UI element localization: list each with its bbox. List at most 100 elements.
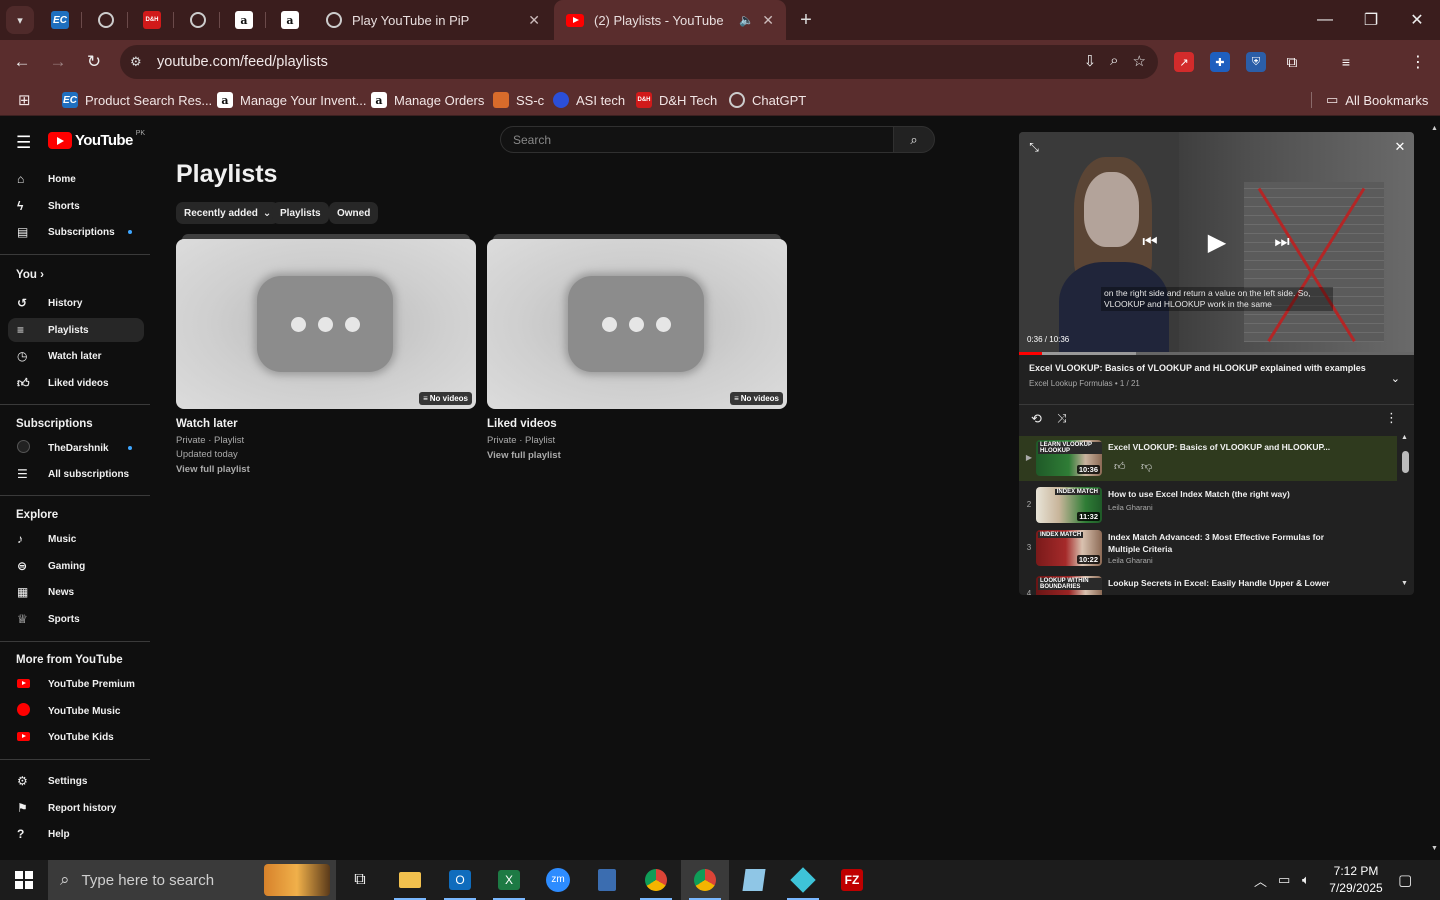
filter-chip-owned[interactable]: Owned <box>329 202 379 224</box>
tab-pinned-dh[interactable]: D&H <box>130 0 174 40</box>
playlist-thumbnail[interactable]: ≡ No videos <box>176 239 476 409</box>
show-hidden-icons-button[interactable]: ︿ <box>1254 860 1267 900</box>
progress-bar[interactable] <box>1019 352 1414 355</box>
page-scrollbar[interactable]: ▲ ▼ <box>1428 121 1440 860</box>
tab-pinned-globe-1[interactable] <box>84 0 128 40</box>
more-options-icon[interactable]: ⋮ <box>1385 410 1398 426</box>
shuffle-icon[interactable]: ⤨ <box>1057 411 1067 426</box>
back-to-tab-icon[interactable]: ⤡ <box>1025 138 1043 156</box>
sidebar-item-shorts[interactable]: ϟ Shorts <box>8 194 144 218</box>
sidebar-item-help[interactable]: ? Help <box>8 822 144 846</box>
pip-video[interactable]: on the right side and return a value on … <box>1019 132 1414 354</box>
loop-icon[interactable]: ⟲ <box>1031 411 1042 427</box>
queue-item[interactable]: 3 INDEX MATCH 10:22 Index Match Advanced… <box>1019 526 1397 571</box>
hamburger-menu-icon[interactable]: ☰ <box>16 133 31 153</box>
playlist-title[interactable]: Liked videos <box>487 418 557 430</box>
taskbar-outlook[interactable]: O <box>436 860 484 900</box>
media-control-icon[interactable]: ≡ <box>1336 52 1356 72</box>
pip-window[interactable]: on the right side and return a value on … <box>1019 132 1414 595</box>
sidebar-item-watch-later[interactable]: ◷ Watch later <box>8 344 144 368</box>
all-bookmarks-button[interactable]: ▭ All Bookmarks <box>1326 90 1428 110</box>
previous-track-icon[interactable]: ⏮ <box>1137 229 1163 255</box>
tab-play-youtube-pip[interactable]: Play YouTube in PiP ✕ <box>314 0 552 40</box>
new-tab-button[interactable]: + <box>794 8 818 32</box>
taskbar-file-explorer[interactable] <box>386 860 434 900</box>
apps-grid-icon[interactable]: ⊞ <box>18 90 31 110</box>
sidebar-item-youtube-music[interactable]: YouTube Music <box>8 699 144 723</box>
sidebar-item-report-history[interactable]: ⚑ Report history <box>8 796 144 820</box>
scroll-thumb[interactable] <box>1402 451 1409 473</box>
tab-search-button[interactable]: ▾ <box>6 6 34 34</box>
tab-youtube-playlists[interactable]: (2) Playlists - YouTube 🔈 ✕ <box>554 0 786 40</box>
search-button[interactable]: ⌕ <box>893 126 935 153</box>
sidebar-item-youtube-kids[interactable]: YouTube Kids <box>8 725 144 749</box>
extension-shield-icon[interactable]: ⛨ <box>1246 52 1266 72</box>
taskbar-zoom[interactable]: zm <box>534 860 582 900</box>
scroll-down-icon[interactable]: ▼ <box>1431 845 1438 852</box>
back-button[interactable]: ← <box>8 48 36 76</box>
volume-icon[interactable]: 🔈︎ <box>1302 860 1310 900</box>
tab-pinned-ec[interactable]: EC <box>38 0 82 40</box>
tab-close-icon[interactable]: ✕ <box>528 12 540 29</box>
taskbar-chrome-1[interactable] <box>632 860 680 900</box>
chevron-down-icon[interactable]: ⌄ <box>1391 372 1400 385</box>
sidebar-item-subscriptions[interactable]: ▤ Subscriptions <box>8 220 144 244</box>
network-icon[interactable]: ▭ <box>1278 860 1290 900</box>
extension-blue-icon[interactable]: ✚ <box>1210 52 1230 72</box>
thumbs-down-icon[interactable]: 👎︎ <box>1141 460 1152 473</box>
bookmark-chatgpt[interactable]: ChatGPT <box>729 90 806 110</box>
next-track-icon[interactable]: ⏭ <box>1269 229 1295 255</box>
bookmark-manage-orders[interactable]: a Manage Orders <box>371 90 484 110</box>
window-close-button[interactable]: ✕ <box>1394 0 1440 40</box>
view-full-playlist-link[interactable]: View full playlist <box>487 450 561 461</box>
tab-pinned-globe-2[interactable] <box>176 0 220 40</box>
site-info-icon[interactable]: ⚙ <box>130 54 150 70</box>
sidebar-item-settings[interactable]: ⚙ Settings <box>8 769 144 793</box>
bookmark-star-icon[interactable]: ☆ <box>1133 52 1146 70</box>
scroll-up-icon[interactable]: ▲ <box>1431 125 1438 132</box>
bookmark-dh-tech[interactable]: D&H D&H Tech <box>636 90 717 110</box>
taskbar-notes-app[interactable] <box>730 860 778 900</box>
taskbar-excel[interactable]: X <box>485 860 533 900</box>
restore-button[interactable]: ❐ <box>1348 0 1394 40</box>
reload-button[interactable]: ↻ <box>80 48 108 76</box>
start-button[interactable] <box>0 860 48 900</box>
minimize-button[interactable]: — <box>1302 0 1348 40</box>
sidebar-item-history[interactable]: ↺ History <box>8 291 144 315</box>
chrome-menu-icon[interactable]: ⋮ <box>1408 52 1428 72</box>
tab-pinned-amazon-2[interactable]: a <box>268 0 312 40</box>
sidebar-item-youtube-premium[interactable]: YouTube Premium <box>8 672 144 696</box>
scroll-down-icon[interactable]: ▼ <box>1401 580 1408 587</box>
sidebar-item-thedarshnik[interactable]: TheDarshnik <box>8 436 144 460</box>
address-bar[interactable]: ⚙ youtube.com/feed/playlists ⇩ ⌕ ☆ <box>120 45 1158 79</box>
url-text[interactable]: youtube.com/feed/playlists <box>157 54 328 70</box>
audio-playing-icon[interactable]: 🔈 <box>739 13 754 27</box>
taskbar-app-diamond[interactable] <box>779 860 827 900</box>
pip-close-icon[interactable]: ✕ <box>1391 138 1409 156</box>
sidebar-item-home[interactable]: ⌂ Home <box>8 167 144 191</box>
view-full-playlist-link[interactable]: View full playlist <box>176 464 250 475</box>
task-view-button[interactable]: ⧉ <box>336 860 384 900</box>
queue-item[interactable]: 2 INDEX MATCH 11:32 How to use Excel Ind… <box>1019 483 1397 528</box>
sidebar-item-liked-videos[interactable]: 👍︎ Liked videos <box>8 371 144 395</box>
queue-item[interactable]: ▶ LEARN VLOOKUP HLOOKUP 10:36 Excel VLOO… <box>1019 436 1397 481</box>
bookmark-asi-tech[interactable]: ASI tech <box>553 90 625 110</box>
bookmark-ss-c[interactable]: SS-c <box>493 90 544 110</box>
search-input[interactable]: Search <box>500 126 894 153</box>
playlist-title[interactable]: Watch later <box>176 418 238 430</box>
sidebar-item-news[interactable]: ▦ News <box>8 580 144 604</box>
sidebar-heading-you[interactable]: You › <box>16 269 44 281</box>
taskbar-calculator[interactable] <box>583 860 631 900</box>
play-icon[interactable]: ▶ <box>1201 226 1233 258</box>
notification-center-icon[interactable]: ▢ <box>1398 860 1412 900</box>
sidebar-item-music[interactable]: ♪ Music <box>8 527 144 551</box>
sidebar-item-playlists[interactable]: ≡ Playlists <box>8 318 144 342</box>
sidebar-item-all-subscriptions[interactable]: ☰ All subscriptions <box>8 462 144 486</box>
extension-arrow-icon[interactable]: ↗ <box>1174 52 1194 72</box>
youtube-logo[interactable]: YouTube PK <box>48 130 145 149</box>
bookmark-product-search[interactable]: EC Product Search Res... <box>62 90 212 110</box>
queue-item[interactable]: 4 LOOKUP WITHIN BOUNDARIES Lookup Secret… <box>1019 572 1397 595</box>
install-app-icon[interactable]: ⇩ <box>1084 52 1097 70</box>
playlist-thumbnail[interactable]: ≡ No videos <box>487 239 787 409</box>
sidebar-item-sports[interactable]: ♕ Sports <box>8 607 144 631</box>
